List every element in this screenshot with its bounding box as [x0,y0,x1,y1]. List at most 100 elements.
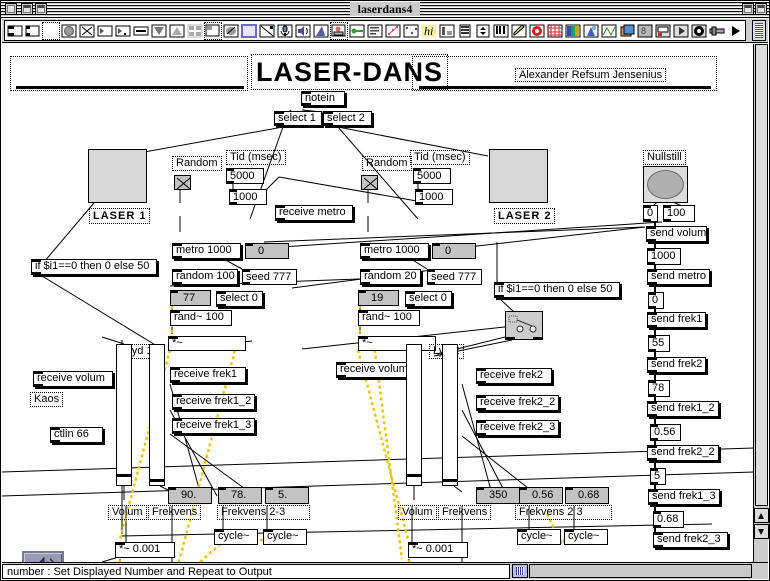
right-volum-slider[interactable] [406,344,422,486]
function-icon[interactable] [402,21,420,40]
right-seed[interactable]: seed 777 [427,269,482,285]
reset-msg-5[interactable]: 5 [650,468,666,485]
nullstill-bang[interactable] [643,166,688,203]
laser2-expr[interactable]: if $i1==0 then 0 else 50 [494,282,620,298]
right-metro-number[interactable]: 0 [432,243,476,259]
left-mult-sig[interactable]: *~ [168,336,246,351]
laser1-expr[interactable]: if $i1==0 then 0 else 50 [31,259,157,275]
table-icon[interactable] [384,21,402,40]
right-receive-frek2[interactable]: receive frek2 [476,368,552,384]
right-cycle-b[interactable]: cycle~ [564,529,608,545]
pencil-icon[interactable] [510,21,528,40]
right-frekvens-number[interactable]: 0.56 [519,487,563,504]
scroll-down-button[interactable] [754,524,769,539]
preset-icon[interactable] [330,21,348,40]
fader-icon[interactable] [708,21,726,40]
colorbar-icon[interactable] [564,21,582,40]
panel-icon[interactable] [204,21,222,40]
left-metro-number[interactable]: 0 [245,243,289,259]
scroll-thumb[interactable] [755,44,768,506]
send-frek2-2[interactable]: send frek2_2 [647,445,719,461]
hscroll-track[interactable] [529,564,752,578]
reset-msg-100[interactable]: 100 [663,205,695,222]
left-receive-frek1-2[interactable]: receive frek1_2 [172,394,255,410]
led-icon[interactable] [528,21,546,40]
multislider-icon[interactable] [438,21,456,40]
reset-msg-0b[interactable]: 0 [648,292,664,309]
right-mult-sig[interactable]: *~ [358,336,436,351]
left-mult-0001[interactable]: *~ 0.001 [115,542,175,558]
left-volum-slider[interactable] [116,344,132,486]
bang-icon[interactable] [60,21,78,40]
play-button-icon[interactable] [672,21,690,40]
hilite-icon[interactable]: hi [420,21,438,40]
filmstrip-icon[interactable] [456,21,474,40]
scope-icon[interactable] [312,21,330,40]
left-cycle-a[interactable]: cycle~ [214,529,258,545]
send-frek2-3[interactable]: send frek2_3 [653,532,728,548]
layer-icon[interactable] [618,21,636,40]
jit-icon[interactable] [582,21,600,40]
collapse-button[interactable] [35,3,47,15]
right-metro[interactable]: metro 1000 [360,243,429,259]
object-box-icon[interactable] [6,21,24,40]
send-volum[interactable]: send volum [646,226,707,242]
send-metro[interactable]: send metro [647,269,710,285]
window-titlebar[interactable]: laserdans4 [1,1,769,18]
message-box-icon[interactable] [24,21,42,40]
send-frek1-2[interactable]: send frek1_2 [647,401,719,417]
right-receive-frek2-3[interactable]: receive frek2_3 [476,420,559,436]
speaker-icon[interactable] [294,21,312,40]
laser2-subpatch[interactable] [505,311,543,340]
right-volum-number[interactable]: 350 [476,487,520,504]
ctlin-object[interactable]: ctlin 66 [50,427,103,443]
left-cycle-b[interactable]: cycle~ [263,529,307,545]
key-icon[interactable] [348,21,366,40]
right-random-number[interactable]: 19 [358,290,399,306]
left-metro[interactable]: metro 1000 [172,243,241,259]
reset-msg-55[interactable]: 55 [648,335,670,352]
dial-up-icon[interactable] [168,21,186,40]
zoom-button[interactable] [21,3,33,15]
left-toggle[interactable] [174,175,191,190]
right-select0[interactable]: select 0 [405,291,452,307]
window-shade-button[interactable] [742,3,754,15]
select2-object[interactable]: select 2 [323,111,372,126]
grid-icon[interactable] [546,21,564,40]
left-volum-number[interactable]: 90. [168,487,212,504]
right-frekvens23-number[interactable]: 0.68 [565,487,609,504]
send-frek1-3[interactable]: send frek1_3 [648,489,720,505]
right-toggle[interactable] [361,175,378,190]
left-msg-1000[interactable]: 1000 [229,189,267,205]
right-receive-volum[interactable]: receive volum [336,362,416,378]
slider-h-icon[interactable] [132,21,150,40]
left-receive-frek1-3[interactable]: receive frek1_3 [172,418,255,434]
window-list-button[interactable] [755,3,767,15]
reset-msg-056[interactable]: 0.56 [650,424,681,441]
playbar-icon[interactable] [654,21,672,40]
scroll-up-button[interactable] [754,508,769,523]
spinner-icon[interactable] [474,21,492,40]
send-frek1[interactable]: send frek1 [647,312,706,328]
matrix-icon[interactable] [186,21,204,40]
left-msg-5000[interactable]: 5000 [226,168,264,184]
left-frekvens-number[interactable]: 78. [218,487,262,504]
toolbar-overflow-button[interactable] [752,20,766,41]
waveform-icon[interactable] [600,21,618,40]
vertical-scrollbar[interactable] [753,44,769,564]
hscroll-thumb[interactable] [512,564,528,578]
right-msg-5000[interactable]: 5000 [413,168,451,184]
left-frekvens-slider[interactable] [149,344,165,486]
microphone-icon[interactable] [276,21,294,40]
textedit-icon[interactable] [366,21,384,40]
receive-metro[interactable]: receive metro [275,205,353,221]
right-cycle-a[interactable]: cycle~ [517,529,561,545]
matrixctrl-icon[interactable]: 8 [636,21,654,40]
close-button[interactable] [5,3,17,15]
left-select0[interactable]: select 0 [216,291,263,307]
reset-msg-068[interactable]: 0.68 [653,511,684,528]
left-receive-volum[interactable]: receive volum [33,371,113,387]
notein-object[interactable]: notein [301,91,345,106]
right-receive-frek2-2[interactable]: receive frek2_2 [476,395,559,411]
resize-grip[interactable] [752,563,768,579]
